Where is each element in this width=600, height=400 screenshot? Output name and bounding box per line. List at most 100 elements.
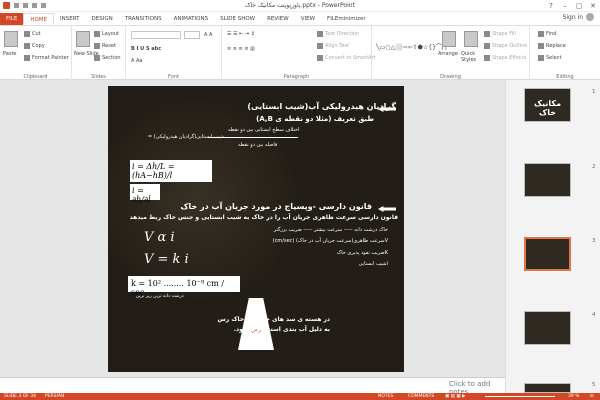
tab-fileminimizer[interactable]: FILEminimizer	[321, 13, 372, 25]
darcy-description[interactable]: قانون دارسی سرعت ظاهری جریان آب را در خا…	[130, 214, 398, 221]
ribbon-tabs: FILE HOME INSERT DESIGN TRANSITIONS ANIM…	[0, 12, 600, 25]
tab-design[interactable]: DESIGN	[86, 13, 119, 25]
slide-thumbnail-2[interactable]	[524, 163, 571, 197]
font-size-select[interactable]	[184, 31, 200, 39]
layout-label: Layout	[102, 31, 119, 37]
section-button[interactable]: Section	[94, 55, 121, 61]
grow-font-icon[interactable]: A A	[204, 32, 212, 38]
definition-line[interactable]: طبق تعریف (مثلا دو نقطه ی A,B)	[256, 115, 374, 123]
velocity-definition[interactable]: Vسرعت ظاهری(سرعت جریان آب در خاک) (cm/se…	[273, 238, 388, 244]
slide-thumbnail-1[interactable]: مکانیک خاک	[524, 88, 571, 122]
font-family-select[interactable]	[131, 31, 181, 39]
slide-thumbnail-pane: مکانیک خاک 1 2 3 4 5	[505, 80, 600, 393]
heading-darcy-law[interactable]: قانون دارسی -وپسیاج در مورد جریان آب در …	[180, 202, 372, 211]
reset-label: Reset	[102, 43, 116, 49]
quick-styles-button[interactable]: Quick Styles	[461, 51, 483, 63]
fraction-equals[interactable]: = شیب ابستایی(گرادیان هیدرولیکی)	[148, 134, 224, 140]
dam-core-text-2[interactable]: به دلیل آب بندی استفاده میشود.	[234, 326, 330, 333]
align-buttons[interactable]: ≡ ≡ ≡ ≡ ▥	[227, 46, 255, 52]
permeability-range[interactable]: k = 10² ........ 10⁻⁹ cm / sec	[128, 276, 240, 297]
language-indicator[interactable]: PERSIAN	[45, 393, 64, 400]
slide-thumbnail-4[interactable]	[524, 311, 571, 345]
shape-effects-button[interactable]: Shape Effects	[484, 55, 526, 61]
slides-group: New Slide Layout Reset Section Slides	[72, 26, 126, 81]
slide-thumbnail-3[interactable]	[524, 237, 571, 271]
replace-button[interactable]: Replace	[538, 43, 566, 49]
formula-v-alpha-i[interactable]: V α i	[144, 230, 175, 245]
align-text-button[interactable]: Align Text	[317, 43, 349, 49]
status-bar: SLIDE 3 OF 34 PERSIAN NOTES COMMENTS ▣ ▤…	[0, 393, 600, 400]
view-buttons[interactable]: ▣ ▤ ▦ ▶	[445, 393, 466, 400]
convert-smartart-button[interactable]: Convert to SmartArt	[317, 55, 376, 61]
paste-button[interactable]: Paste	[3, 51, 17, 57]
gradient-definition[interactable]: iشیب ابستایی	[359, 261, 388, 267]
tab-transitions[interactable]: TRANSITIONS	[119, 13, 168, 25]
slide-number: 4	[592, 312, 596, 318]
text-direction-button[interactable]: Text Direction	[317, 31, 359, 37]
bold-button[interactable]: B I U S abc	[131, 46, 161, 52]
shapes-gallery[interactable]: ╲▭○△⬜⇨⇦⇧⬟☆{}⌒⌈⌉	[376, 30, 447, 66]
search-icon	[538, 31, 544, 37]
slide-canvas[interactable]: گرادیان هیدرولیکی آب(شیب ابستایی) طبق تع…	[108, 86, 404, 372]
tab-animations[interactable]: ANIMATIONS	[168, 13, 215, 25]
slide-counter: SLIDE 3 OF 34	[4, 394, 37, 399]
shape-outline-button[interactable]: Shape Outline	[484, 43, 527, 49]
fraction-denominator[interactable]: فاصله بین دو نقطه	[238, 142, 277, 148]
layout-button[interactable]: Layout	[94, 31, 119, 37]
fill-icon	[484, 31, 490, 37]
cut-button[interactable]: Cut	[24, 31, 41, 37]
notes-toggle[interactable]: NOTES	[378, 393, 393, 400]
comments-toggle[interactable]: COMMENTS	[408, 393, 434, 400]
tab-insert[interactable]: INSERT	[54, 13, 85, 25]
gradient-formula-1[interactable]: i = Δh/L = (hA−hB)/l	[130, 160, 212, 182]
tab-slide-show[interactable]: SLIDE SHOW	[214, 13, 261, 25]
shape-effects-label: Shape Effects	[492, 55, 527, 61]
font-color-button[interactable]: A Aa	[131, 58, 143, 64]
select-button[interactable]: Select	[538, 55, 561, 61]
shape-fill-button[interactable]: Shape Fill	[484, 31, 516, 37]
tab-home[interactable]: HOME	[23, 13, 55, 25]
paste-icon[interactable]	[4, 31, 18, 47]
slide-number: 3	[592, 238, 596, 244]
dam-core-text-1[interactable]: در هسته ی سد های خاکی از خاک رس	[218, 316, 330, 323]
copy-button[interactable]: Copy	[24, 43, 45, 49]
arrange-button[interactable]: Arrange	[438, 51, 458, 57]
section-icon	[94, 55, 100, 61]
format-painter-button[interactable]: Format Painter	[24, 55, 69, 61]
gradient-formula-2[interactable]: i = ∂h/∂l	[130, 184, 160, 204]
tab-view[interactable]: VIEW	[295, 13, 321, 25]
minimize-button[interactable]: –	[558, 1, 572, 11]
bullets-button[interactable]: ☰ ☰ ⇤ ⇥ ↕	[227, 31, 255, 37]
fit-slide-icon[interactable]: ⊡	[590, 393, 594, 400]
cursor-icon	[538, 55, 544, 61]
find-button[interactable]: Find	[538, 31, 556, 37]
zoom-level[interactable]: 39 %	[568, 393, 579, 400]
quick-styles-icon[interactable]	[464, 31, 478, 47]
window-title: پاورپوینت مکانیک خاک.pptx - PowerPoint	[245, 2, 355, 9]
heading-hydraulic-gradient[interactable]: گرادیان هیدرولیکی آب(شیب ابستایی)	[247, 102, 396, 111]
fraction-numerator[interactable]: اختلاف سطح ابستایی بین دو نقطه	[228, 127, 300, 133]
new-slide-icon[interactable]	[76, 31, 90, 47]
arrange-icon[interactable]	[442, 31, 456, 47]
help-button[interactable]: ?	[544, 1, 558, 11]
tab-review[interactable]: REVIEW	[261, 13, 295, 25]
clipboard-group: Paste Cut Copy Format Painter Clipboard	[0, 26, 72, 81]
sign-in-link[interactable]: Sign in	[563, 13, 594, 21]
zoom-slider[interactable]	[485, 396, 555, 397]
formula-v-ki[interactable]: V = k i	[144, 252, 189, 267]
title-bar: پاورپوینت مکانیک خاک.pptx - PowerPoint ?…	[0, 0, 600, 12]
section-label: Section	[102, 55, 121, 61]
drawing-group: ╲▭○△⬜⇨⇦⇧⬟☆{}⌒⌈⌉ Arrange Quick Styles Sha…	[372, 26, 530, 81]
maximize-button[interactable]: ▢	[572, 1, 586, 11]
ribbon: Paste Cut Copy Format Painter Clipboard …	[0, 25, 600, 81]
notes-pane[interactable]: Click to add notes	[0, 377, 505, 396]
slide-thumbnail-5[interactable]	[524, 383, 571, 393]
reset-button[interactable]: Reset	[94, 43, 116, 49]
copy-icon	[24, 43, 30, 49]
range-caption[interactable]: درشت دانه ترین ریز ترین	[136, 294, 184, 299]
align-text-label: Align Text	[325, 43, 350, 49]
close-button[interactable]: ✕	[586, 1, 600, 11]
permeability-definition[interactable]: Kضریب نفوذ پذیری خاک	[337, 250, 388, 256]
tab-file[interactable]: FILE	[0, 13, 24, 25]
coarse-soil-line[interactable]: خاک درشت دانه ----- سرعت بیشتر ----- ضری…	[274, 227, 388, 233]
